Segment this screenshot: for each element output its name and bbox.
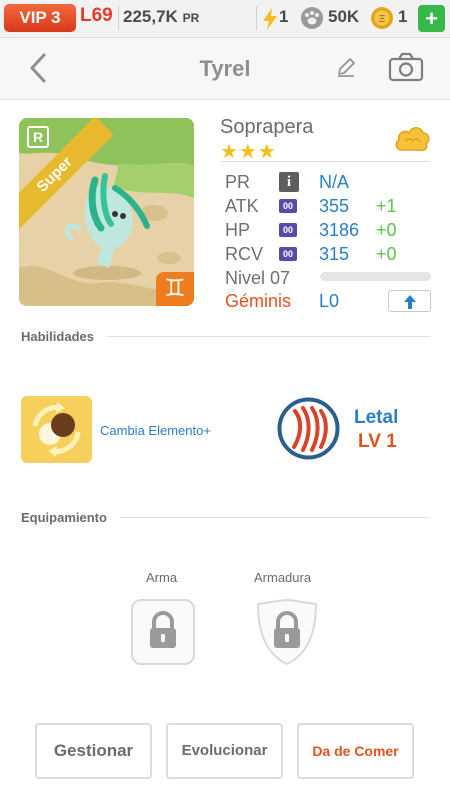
monster-portrait[interactable]: R Super ♊ [19, 118, 194, 306]
divider [120, 517, 430, 518]
divider [107, 336, 430, 337]
divider [256, 6, 257, 30]
divider [220, 161, 430, 162]
plus-points-icon: 00 [279, 247, 297, 261]
monster-species: Soprapera [220, 116, 314, 138]
upgrade-sign-button[interactable] [388, 290, 431, 312]
armor-slot[interactable] [254, 598, 320, 666]
hp-value: 3186 [319, 220, 360, 240]
pencil-icon[interactable] [335, 56, 357, 78]
svg-text:Ξ: Ξ [379, 14, 386, 25]
gemini-icon: ♊ [156, 272, 194, 306]
rcv-label: RCV [225, 244, 264, 264]
zodiac-sign-level: L0 [319, 291, 340, 311]
element-change-icon [32, 402, 81, 457]
feed-button[interactable]: Da de Comer [297, 723, 414, 779]
rcv-bonus: +0 [376, 244, 397, 264]
player-level: L69 [80, 5, 113, 26]
atk-label: ATK [225, 196, 259, 216]
rcv-value: 315 [319, 244, 350, 264]
add-currency-button[interactable]: + [418, 5, 445, 32]
evolve-button[interactable]: Evolucionar [166, 723, 283, 779]
armor-label: Armadura [254, 570, 312, 585]
equipment-section-title: Equipamiento [21, 510, 107, 525]
power-value: 225,7K [123, 7, 178, 26]
power-unit: PR [182, 11, 200, 25]
plus-points-icon: 00 [279, 199, 297, 213]
pr-value: N/A [319, 172, 350, 192]
divider [118, 6, 119, 30]
arrow-up-icon [403, 295, 416, 309]
abilities-section-title: Habilidades [21, 329, 94, 344]
atk-value: 355 [319, 196, 350, 216]
paw-icon [301, 7, 323, 29]
manage-button[interactable]: Gestionar [35, 723, 152, 779]
vip-badge[interactable]: VIP 3 [4, 4, 76, 32]
energy-value: 1 [279, 7, 289, 26]
info-icon[interactable]: i [279, 172, 299, 192]
nav-bar: Tyrel [0, 38, 450, 100]
hp-bonus: +0 [376, 220, 397, 240]
coin-icon: Ξ [371, 7, 393, 29]
xp-progress-bar [320, 272, 431, 281]
pr-label: PR [225, 172, 251, 192]
claw-slash-icon[interactable] [277, 397, 340, 460]
plus-points-icon: 00 [279, 223, 297, 237]
status-bar: VIP 3 L69 225,7K PR 1 50K Ξ 1 + [0, 0, 450, 38]
passive-level: LV 1 [358, 431, 397, 452]
page-title: Tyrel [199, 56, 251, 81]
paws-value: 50K [328, 7, 360, 26]
skill-name: Cambia Elemento+ [100, 423, 211, 438]
rarity-badge: R [27, 126, 49, 148]
passive-name: Letal [354, 407, 399, 428]
atk-bonus: +1 [376, 196, 397, 216]
level-label: Nivel 07 [225, 268, 291, 288]
skill-icon[interactable] [21, 396, 92, 463]
hp-label: HP [225, 220, 251, 240]
weapon-slot[interactable] [130, 598, 196, 666]
coins-value: 1 [398, 7, 408, 26]
power-stat: 225,7K PR [123, 7, 199, 27]
zodiac-sign-label: Géminis [225, 291, 292, 311]
cloud-icon [395, 127, 430, 151]
lightning-icon [263, 8, 277, 30]
camera-icon[interactable] [388, 52, 424, 82]
weapon-label: Arma [146, 570, 178, 585]
